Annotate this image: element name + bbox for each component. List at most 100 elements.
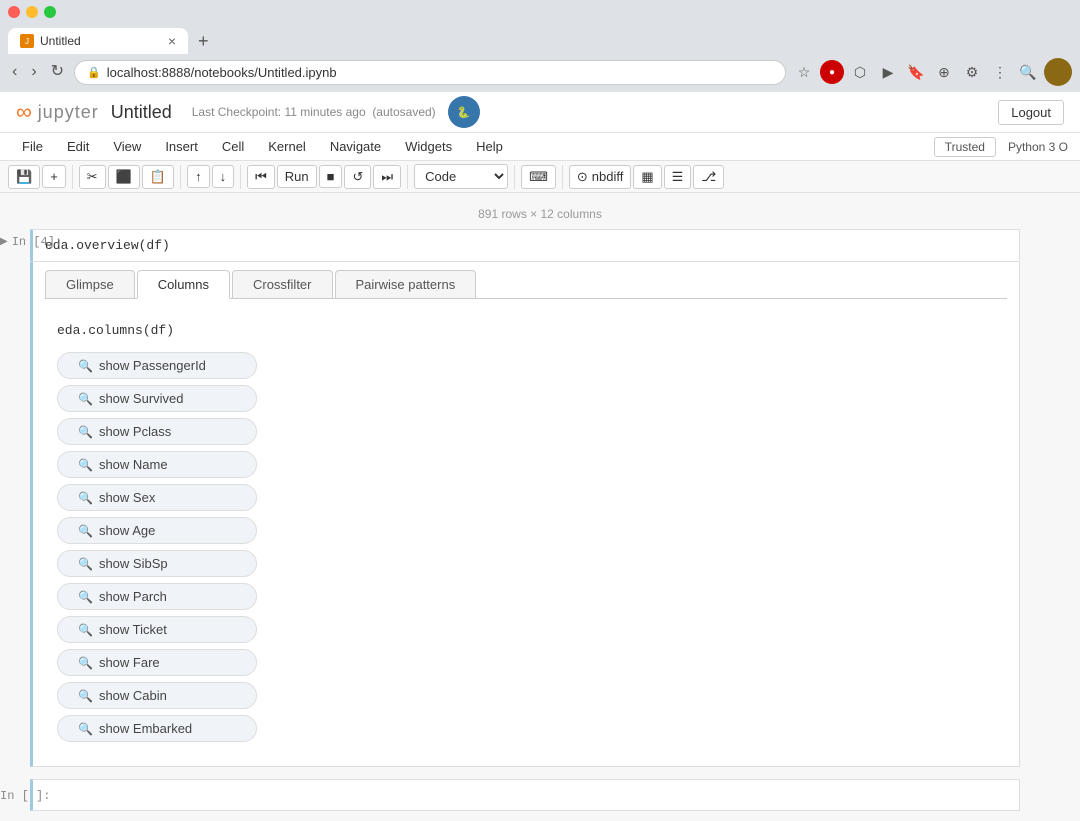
cell-input-area[interactable]: eda.overview(df) (30, 229, 1020, 262)
lock-icon: 🔒 (87, 66, 101, 79)
forward-button[interactable]: › (27, 62, 40, 82)
save-button[interactable]: 💾 (8, 165, 40, 189)
menu-insert[interactable]: Insert (155, 135, 208, 158)
copy-button[interactable]: ⬛ (108, 165, 140, 189)
search-icon-pclass: 🔍 (78, 425, 93, 439)
traffic-light-maximize[interactable] (44, 6, 56, 18)
col-btn-fare[interactable]: 🔍 show Fare (57, 649, 257, 676)
search-icon-survived: 🔍 (78, 392, 93, 406)
tab-close-button[interactable]: × (168, 34, 176, 48)
star-icon[interactable]: ☆ (792, 60, 816, 84)
col-btn-pclass[interactable]: 🔍 show Pclass (57, 418, 257, 445)
extensions-icon[interactable]: ⬡ (848, 60, 872, 84)
nbdiff-label: nbdiff (592, 169, 624, 184)
col-btn-name[interactable]: 🔍 show Name (57, 451, 257, 478)
run-indicator-icon: ▶ (0, 236, 8, 248)
col-label-survived: show Survived (99, 391, 184, 406)
search-icon-sibsp: 🔍 (78, 557, 93, 571)
tab-crossfilter[interactable]: Crossfilter (232, 270, 333, 298)
list-button[interactable]: ☰ (664, 165, 692, 189)
cell-4: ▶ In [4]: eda.overview(df) Glimpse Colum… (30, 229, 1020, 767)
paste-button[interactable]: 📋 (142, 165, 174, 189)
col-label-ticket: show Ticket (99, 622, 167, 637)
share-button[interactable]: ⎇ (693, 165, 724, 189)
cell-code[interactable]: eda.overview(df) (33, 230, 1019, 261)
traffic-light-minimize[interactable] (26, 6, 38, 18)
run-button[interactable]: Run (277, 165, 317, 188)
cut-button[interactable]: ✂ (79, 165, 106, 189)
address-bar[interactable]: 🔒 localhost:8888/notebooks/Untitled.ipyn… (74, 60, 786, 85)
fast-forward-button[interactable]: ⏭ (373, 165, 401, 189)
tab-favicon: J (20, 34, 34, 48)
search-icon[interactable]: 🔍 (1016, 60, 1040, 84)
col-label-pclass: show Pclass (99, 424, 171, 439)
nbdiff-icon: ⊙ (577, 169, 588, 185)
search-icon-sex: 🔍 (78, 491, 93, 505)
col-label-cabin: show Cabin (99, 688, 167, 703)
col-btn-embarked[interactable]: 🔍 show Embarked (57, 715, 257, 742)
info-bar: 891 rows × 12 columns (0, 203, 1080, 229)
tab-list: Glimpse Columns Crossfilter Pairwise pat… (45, 270, 1007, 299)
menu-widgets[interactable]: Widgets (395, 135, 462, 158)
settings-icon-2[interactable]: ⚙ (960, 60, 984, 84)
menu-kernel[interactable]: Kernel (258, 135, 316, 158)
play-icon[interactable]: ▶ (876, 60, 900, 84)
new-tab-button[interactable]: + (190, 28, 217, 54)
notebook-toolbar: 💾 + ✂ ⬛ 📋 ↑ ↓ ⏮ Run ■ ↺ ⏭ Code Markdown … (0, 161, 1080, 193)
empty-cell[interactable]: In [ ]: (30, 779, 1020, 811)
back-button[interactable]: ‹ (8, 62, 21, 82)
col-label-fare: show Fare (99, 655, 160, 670)
cell-type-select[interactable]: Code Markdown Raw (414, 164, 508, 189)
col-btn-parch[interactable]: 🔍 show Parch (57, 583, 257, 610)
col-btn-passengerid[interactable]: 🔍 show PassengerId (57, 352, 257, 379)
search-icon-age: 🔍 (78, 524, 93, 538)
move-down-button[interactable]: ↓ (212, 165, 235, 188)
col-btn-ticket[interactable]: 🔍 show Ticket (57, 616, 257, 643)
col-btn-sex[interactable]: 🔍 show Sex (57, 484, 257, 511)
menu-navigate[interactable]: Navigate (320, 135, 391, 158)
search-icon-fare: 🔍 (78, 656, 93, 670)
empty-cell-indicator: In [ ]: (0, 783, 50, 803)
menu-edit[interactable]: Edit (57, 135, 99, 158)
traffic-light-close[interactable] (8, 6, 20, 18)
tab-columns[interactable]: Columns (137, 270, 230, 299)
logout-button[interactable]: Logout (998, 100, 1064, 125)
bookmark-icon[interactable]: 🔖 (904, 60, 928, 84)
keyboard-button[interactable]: ⌨ (521, 165, 556, 189)
col-label-passengerid: show PassengerId (99, 358, 206, 373)
col-btn-sibsp[interactable]: 🔍 show SibSp (57, 550, 257, 577)
notebook-title[interactable]: Untitled (111, 102, 172, 123)
menu-file[interactable]: File (12, 135, 53, 158)
col-label-sex: show Sex (99, 490, 155, 505)
search-icon-passengerid: 🔍 (78, 359, 93, 373)
tab-pairwise[interactable]: Pairwise patterns (335, 270, 477, 298)
cell-indicator-4: ▶ In [4]: (0, 229, 62, 249)
browser-tab-active[interactable]: J Untitled × (8, 28, 188, 54)
move-up-button[interactable]: ↑ (187, 165, 210, 188)
col-btn-cabin[interactable]: 🔍 show Cabin (57, 682, 257, 709)
menu-cell[interactable]: Cell (212, 135, 254, 158)
trusted-badge: Trusted (934, 137, 996, 157)
python-badge: 🐍 (448, 96, 480, 128)
add-cell-button[interactable]: + (42, 165, 66, 188)
shield-icon[interactable]: ⊕ (932, 60, 956, 84)
empty-cell-input[interactable] (30, 779, 1020, 811)
profile-avatar[interactable] (1044, 58, 1072, 86)
chart-button[interactable]: ▦ (633, 165, 661, 189)
tab-glimpse[interactable]: Glimpse (45, 270, 135, 298)
col-btn-age[interactable]: 🔍 show Age (57, 517, 257, 544)
browser-settings[interactable]: ⋮ (988, 60, 1012, 84)
refresh-button[interactable]: ↻ (47, 62, 68, 82)
menu-help[interactable]: Help (466, 135, 513, 158)
record-icon[interactable]: ● (820, 60, 844, 84)
toolbar-separator-2 (180, 165, 181, 189)
step-back-button[interactable]: ⏮ (247, 165, 275, 189)
browser-toolbar: ‹ › ↻ 🔒 localhost:8888/notebooks/Untitle… (0, 54, 1080, 92)
col-label-age: show Age (99, 523, 155, 538)
nbdiff-button[interactable]: ⊙ nbdiff (569, 165, 631, 189)
menu-view[interactable]: View (103, 135, 151, 158)
restart-button[interactable]: ↺ (344, 165, 371, 189)
stop-button[interactable]: ■ (319, 165, 343, 188)
search-icon-embarked: 🔍 (78, 722, 93, 736)
col-btn-survived[interactable]: 🔍 show Survived (57, 385, 257, 412)
